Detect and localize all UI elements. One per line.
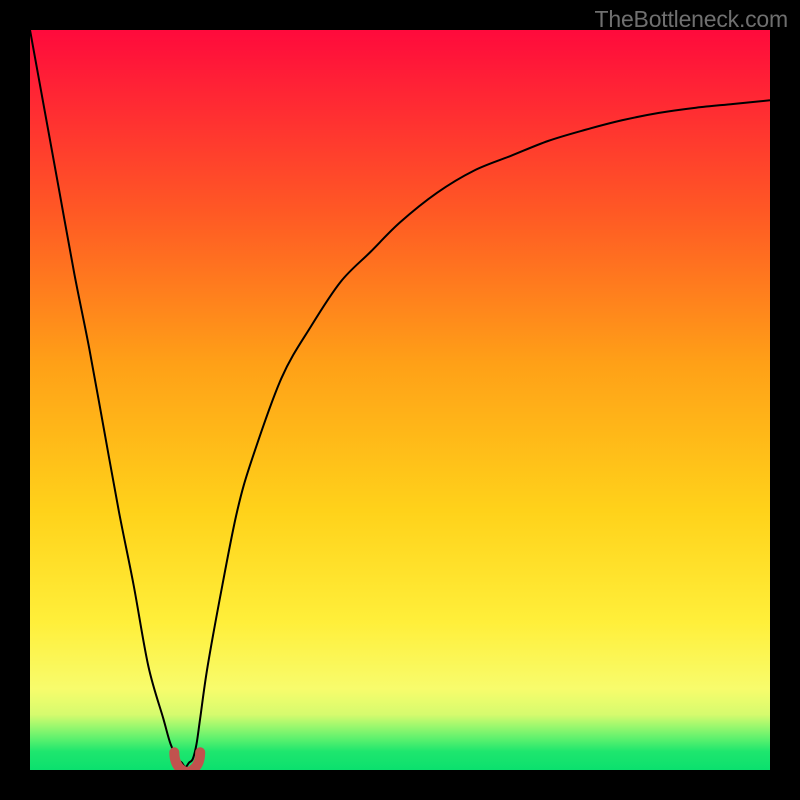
chart-svg [30,30,770,770]
bottleneck-curve [30,30,770,767]
curve-line [30,30,770,767]
min-marker [174,752,200,770]
min-marker-shape [174,752,200,770]
attribution-label: TheBottleneck.com [595,6,788,33]
chart-container: TheBottleneck.com [0,0,800,800]
plot-area [30,30,770,770]
